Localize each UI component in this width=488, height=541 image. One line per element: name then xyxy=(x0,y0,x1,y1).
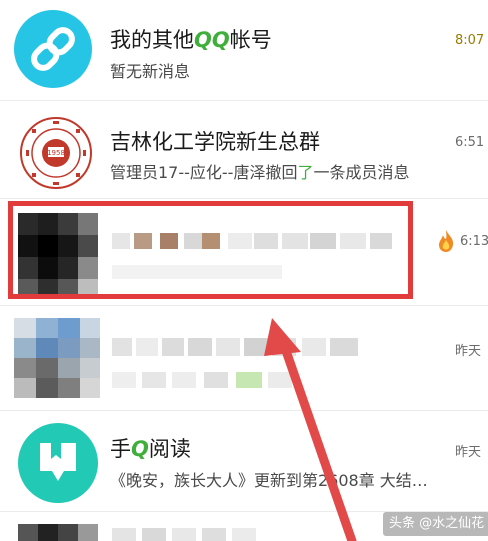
last-message: 管理员17--应化--唐泽撤回了一条成员消息 xyxy=(110,163,410,182)
chat-name: 手Q阅读 xyxy=(110,437,191,461)
last-message: 暂无新消息 xyxy=(110,62,191,81)
chat-name: 吉林化工学院新生总群 xyxy=(110,130,320,154)
timestamp: 昨天 xyxy=(455,445,482,460)
college-seal-icon: 1958 xyxy=(18,115,94,191)
blurred-avatar xyxy=(18,524,98,541)
blurred-avatar xyxy=(14,318,100,398)
chat-row-college-group[interactable]: 1958 吉林化工学院新生总群 管理员17--应化--唐泽撤回了一条成员消息 6… xyxy=(0,101,488,198)
chat-row-blurred[interactable]: 昨天 xyxy=(0,306,488,410)
chat-name: 我的其他QQ帐号 xyxy=(110,28,272,52)
last-message: 《晚安，族长大人》更新到第2608章 大结… xyxy=(110,471,428,490)
link-icon xyxy=(14,10,92,88)
timestamp: 6:51 xyxy=(455,135,485,150)
flame-icon xyxy=(436,229,456,253)
highlight-box xyxy=(8,201,413,299)
watermark: 头条 @水之仙花 xyxy=(383,512,488,536)
svg-text:1958: 1958 xyxy=(47,149,65,157)
blurred-message xyxy=(112,372,312,388)
timestamp: 昨天 xyxy=(455,344,482,359)
timestamp: 6:13 xyxy=(460,234,488,249)
blurred-name xyxy=(112,528,332,541)
timestamp: 8:07 xyxy=(455,33,485,48)
blurred-name xyxy=(112,338,362,356)
chat-row-qq-reader[interactable]: 手Q阅读 《晚安，族长大人》更新到第2608章 大结… 昨天 xyxy=(0,411,488,511)
bookmark-book-icon xyxy=(18,423,98,503)
chat-row-other-accounts[interactable]: 我的其他QQ帐号 暂无新消息 8:07 xyxy=(0,0,488,100)
